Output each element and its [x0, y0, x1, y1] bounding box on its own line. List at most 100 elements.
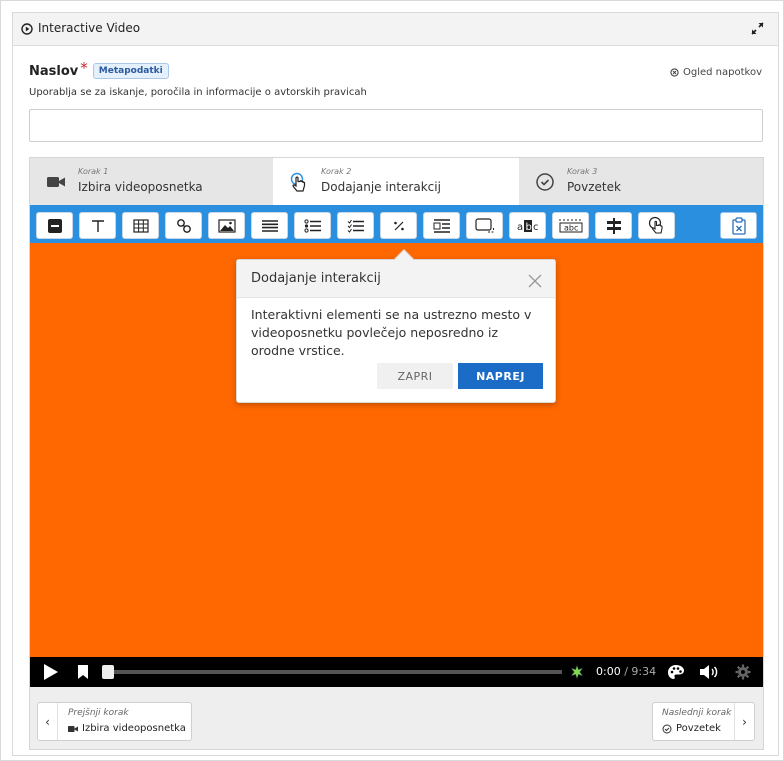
- step-tabs: Korak 1 Izbira videoposnetka Korak 2 Dod…: [30, 158, 763, 205]
- settings-button[interactable]: [732, 657, 754, 687]
- play-button[interactable]: [40, 657, 62, 687]
- tab-step-1[interactable]: Korak 1 Izbira videoposnetka: [30, 158, 273, 205]
- clipboard-icon: [731, 216, 746, 235]
- play-circle-icon: [21, 23, 33, 35]
- title-label: Naslov: [29, 63, 79, 79]
- crossroads-icon: [606, 217, 621, 234]
- gear-icon: [735, 664, 751, 680]
- palette-icon: [668, 665, 684, 679]
- statements-icon: [261, 219, 278, 232]
- bookmark-icon: [78, 665, 88, 679]
- svg-text:abc: abc: [564, 223, 578, 232]
- tips-link[interactable]: Ogled napotkov: [670, 67, 762, 78]
- title-label-row: Naslov * Metapodatki: [29, 59, 169, 81]
- tab-step-number: Korak 1: [78, 167, 109, 176]
- tool-drag-text[interactable]: [423, 212, 460, 239]
- single-choice-icon: [303, 218, 321, 233]
- duration: 9:34: [631, 665, 657, 678]
- tool-crossroads[interactable]: [595, 212, 632, 239]
- paste-button[interactable]: [720, 212, 757, 239]
- multiple-choice-icon: [347, 219, 364, 233]
- help-popover: Dodajanje interakcij Interaktivni elemen…: [236, 249, 556, 403]
- video-camera-icon: [68, 725, 78, 732]
- previous-step-button[interactable]: ‹ Prejšnji korak Izbira videoposnetka: [37, 702, 192, 741]
- video-controls: 0:00 / 9:34: [30, 657, 763, 687]
- tool-mark-words[interactable]: abc: [509, 212, 546, 239]
- drag-text-icon: [433, 218, 450, 233]
- video-camera-icon: [47, 177, 65, 187]
- next-step-caption: Naslednji korak: [662, 708, 732, 718]
- tool-fill-blanks[interactable]: [380, 212, 417, 239]
- required-mark: *: [80, 59, 88, 77]
- previous-step-caption: Prejšnji korak: [68, 708, 129, 718]
- next-step-button[interactable]: Naslednji korak Povzetek ›: [652, 702, 755, 741]
- video-canvas[interactable]: Dodajanje interakcij Interaktivni elemen…: [30, 243, 763, 657]
- tool-summary[interactable]: [466, 212, 503, 239]
- tool-table[interactable]: [122, 212, 159, 239]
- play-icon: [44, 664, 58, 680]
- fill-blanks-icon: [393, 221, 404, 230]
- tab-step-name: Dodajanje interakcij: [321, 180, 441, 194]
- next-button[interactable]: NAPREJ: [458, 363, 543, 389]
- link-icon: [176, 218, 191, 233]
- tips-icon: [670, 68, 679, 77]
- tool-text[interactable]: [79, 212, 116, 239]
- interactions-toolbar: abc abc: [30, 205, 763, 243]
- tool-navigation-hotspot[interactable]: [638, 212, 675, 239]
- mark-words-icon: abc: [517, 219, 539, 233]
- drag-drop-icon: abc: [558, 219, 583, 232]
- bookmark-button[interactable]: [74, 657, 92, 687]
- svg-text:c: c: [533, 222, 539, 233]
- time-display: 0:00 / 9:34: [596, 665, 656, 678]
- check-circle-icon: [536, 173, 554, 191]
- tool-single-choice[interactable]: [294, 212, 331, 239]
- popover-body: Interaktivni elementi se na ustrezno mes…: [251, 307, 532, 358]
- check-circle-icon: [662, 724, 672, 733]
- next-step-name: Povzetek: [662, 723, 721, 734]
- navigation-hotspot-icon: [648, 216, 663, 234]
- text-icon: [91, 219, 104, 232]
- field-description: Uporablja se za iskanje, poročila in inf…: [29, 87, 367, 98]
- wizard: Korak 1 Izbira videoposnetka Korak 2 Dod…: [29, 157, 764, 750]
- previous-step-label: Izbira videoposnetka: [82, 723, 186, 734]
- svg-text:a: a: [517, 222, 523, 233]
- label-icon: [47, 218, 62, 233]
- popover-title: Dodajanje interakcij: [251, 271, 381, 286]
- time-separator: /: [620, 665, 632, 678]
- title-input[interactable]: [29, 109, 763, 142]
- tab-step-number: Korak 2: [321, 167, 352, 176]
- tab-step-name: Izbira videoposnetka: [78, 180, 203, 194]
- metadata-button[interactable]: Metapodatki: [92, 63, 169, 79]
- tab-step-2[interactable]: Korak 2 Dodajanje interakcij: [273, 158, 519, 205]
- table-icon: [132, 218, 149, 233]
- progress-handle[interactable]: [102, 665, 114, 679]
- popover-header: Dodajanje interakcij: [237, 260, 555, 298]
- tool-link[interactable]: [165, 212, 202, 239]
- wizard-footer: ‹ Prejšnji korak Izbira videoposnetka Na…: [30, 687, 763, 749]
- tool-multiple-choice[interactable]: [337, 212, 374, 239]
- tool-statements[interactable]: [251, 212, 288, 239]
- panel-title: Interactive Video: [38, 21, 141, 35]
- tips-label: Ogled napotkov: [683, 67, 762, 78]
- quality-button[interactable]: [666, 657, 686, 687]
- volume-button[interactable]: [698, 657, 720, 687]
- editor-frame: Interactive Video Naslov * Metapodatki O…: [0, 0, 784, 761]
- close-button[interactable]: ZAPRI: [377, 363, 453, 389]
- tool-image[interactable]: [208, 212, 245, 239]
- endscreen-marker[interactable]: [568, 657, 586, 687]
- progress-bar[interactable]: [102, 670, 562, 674]
- chevron-left-icon: ‹: [38, 703, 58, 740]
- image-icon: [217, 218, 236, 233]
- svg-text:b: b: [525, 222, 531, 233]
- tab-step-3[interactable]: Korak 3 Povzetek: [519, 158, 763, 205]
- star-burst-icon: [570, 664, 584, 680]
- tool-label[interactable]: [36, 212, 73, 239]
- volume-icon: [700, 665, 718, 679]
- tab-step-name: Povzetek: [567, 180, 621, 194]
- tool-drag-drop[interactable]: abc: [552, 212, 589, 239]
- expand-icon[interactable]: [750, 21, 765, 36]
- tab-step-number: Korak 3: [567, 167, 598, 176]
- close-icon[interactable]: [528, 274, 542, 288]
- current-time: 0:00: [596, 665, 621, 678]
- content-panel: Interactive Video Naslov * Metapodatki O…: [12, 12, 779, 756]
